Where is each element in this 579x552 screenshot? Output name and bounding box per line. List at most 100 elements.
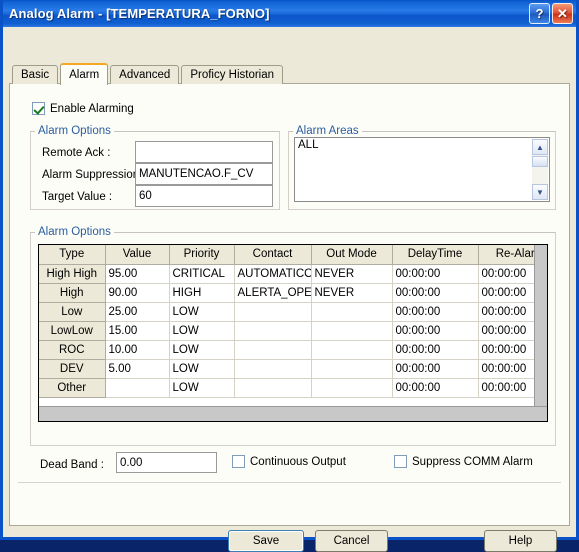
alarm-areas-scrollbar[interactable]: ▲ ▼ [532,139,548,200]
cell-value[interactable]: 25.00 [105,302,170,322]
cell-priority[interactable]: LOW [169,378,235,398]
cell-out-mode[interactable]: NEVER [311,283,393,303]
cell-priority[interactable]: LOW [169,359,235,379]
cell-delay-time[interactable]: 00:00:00 [392,340,479,360]
cell-value[interactable]: 10.00 [105,340,170,360]
table-row[interactable]: Low 25.00 LOW 00:00:00 00:00:00 [39,302,547,322]
suppress-comm-alarm-checkbox[interactable] [394,455,407,468]
alarm-table[interactable]: Type Value Priority Contact Out Mode Del… [38,244,548,422]
cell-out-mode[interactable] [311,302,393,322]
table-row[interactable]: LowLow 15.00 LOW 00:00:00 00:00:00 [39,321,547,341]
cell-value[interactable]: 15.00 [105,321,170,341]
suppress-comm-alarm-row[interactable]: Suppress COMM Alarm [394,455,533,468]
cell-delay-time[interactable]: 00:00:00 [392,359,479,379]
cell-out-mode[interactable] [311,359,393,379]
cell-type[interactable]: LowLow [39,321,106,341]
table-row[interactable]: DEV 5.00 LOW 00:00:00 00:00:00 [39,359,547,379]
col-priority[interactable]: Priority [169,245,235,265]
title-bar-buttons: ? ✕ [529,3,573,24]
cell-priority[interactable]: HIGH [169,283,235,303]
scrollbar-track[interactable] [532,167,548,184]
scroll-down-icon[interactable]: ▼ [532,184,548,200]
continuous-output-label: Continuous Output [250,455,346,468]
target-value-input[interactable] [135,185,273,207]
col-value[interactable]: Value [105,245,170,265]
scrollbar-thumb[interactable] [532,156,548,167]
cell-out-mode[interactable] [311,340,393,360]
cell-out-mode[interactable] [311,378,393,398]
alarm-table-element: Type Value Priority Contact Out Mode Del… [39,245,547,398]
alarm-areas-legend: Alarm Areas [296,125,359,137]
alarm-table-body: High High 95.00 CRITICAL AUTOMATICO. NEV… [39,264,547,398]
cell-priority[interactable]: LOW [169,340,235,360]
cell-delay-time[interactable]: 00:00:00 [392,283,479,303]
table-row[interactable]: High High 95.00 CRITICAL AUTOMATICO. NEV… [39,264,547,284]
title-bar: Analog Alarm - [TEMPERATURA_FORNO] ? ✕ [3,0,576,27]
remote-ack-label: Remote Ack : [42,147,111,159]
cell-value[interactable]: 5.00 [105,359,170,379]
help-titlebar-button[interactable]: ? [529,3,550,24]
close-icon[interactable]: ✕ [552,3,573,24]
cell-type[interactable]: High High [39,264,106,284]
help-button[interactable]: Help [484,530,557,552]
col-out-mode[interactable]: Out Mode [311,245,393,265]
table-row[interactable]: High 90.00 HIGH ALERTA_OPER NEVER 00:00:… [39,283,547,303]
cell-delay-time[interactable]: 00:00:00 [392,302,479,322]
cell-out-mode[interactable]: NEVER [311,264,393,284]
cancel-button[interactable]: Cancel [315,530,388,552]
dead-band-input[interactable] [116,452,217,473]
cell-delay-time[interactable]: 00:00:00 [392,264,479,284]
window-title: Analog Alarm - [TEMPERATURA_FORNO] [9,6,270,21]
alarm-areas-listbox[interactable]: ALL ▲ ▼ [294,137,550,202]
tab-strip: Basic Alarm Advanced Proficy Historian [12,63,285,85]
continuous-output-checkbox[interactable] [232,455,245,468]
alarm-table-horizontal-scrollbar[interactable] [39,406,547,421]
cell-contact[interactable] [234,359,312,379]
cell-priority[interactable]: LOW [169,302,235,322]
cell-priority[interactable]: LOW [169,321,235,341]
analog-alarm-window: Analog Alarm - [TEMPERATURA_FORNO] ? ✕ B… [0,0,579,552]
continuous-output-row[interactable]: Continuous Output [232,455,346,468]
alarm-table-vertical-scrollbar[interactable] [534,245,547,421]
cell-value[interactable]: 90.00 [105,283,170,303]
remote-ack-input[interactable] [135,141,273,163]
cell-contact[interactable] [234,321,312,341]
suppress-comm-alarm-label: Suppress COMM Alarm [412,455,533,468]
save-button[interactable]: Save [228,530,304,552]
cell-contact[interactable] [234,378,312,398]
enable-alarming-checkbox[interactable] [32,102,45,115]
dialog-client-area: Basic Alarm Advanced Proficy Historian E… [3,27,576,552]
col-delay-time[interactable]: DelayTime [392,245,479,265]
scroll-up-icon[interactable]: ▲ [532,139,548,155]
table-header-row: Type Value Priority Contact Out Mode Del… [39,245,547,265]
tab-proficy-historian[interactable]: Proficy Historian [181,65,284,84]
table-row[interactable]: Other LOW 00:00:00 00:00:00 [39,378,547,398]
cell-value[interactable] [105,378,170,398]
alarm-table-legend: Alarm Options [38,226,111,238]
tab-basic[interactable]: Basic [12,65,59,84]
tab-alarm[interactable]: Alarm [60,63,109,85]
cell-value[interactable]: 95.00 [105,264,170,284]
cell-contact[interactable] [234,302,312,322]
cell-out-mode[interactable] [311,321,393,341]
alarm-suppression-input[interactable] [135,163,273,185]
table-row[interactable]: ROC 10.00 LOW 00:00:00 00:00:00 [39,340,547,360]
alarm-options-legend: Alarm Options [38,125,111,137]
enable-alarming-row[interactable]: Enable Alarming [32,102,134,115]
col-type[interactable]: Type [39,245,106,265]
tab-advanced[interactable]: Advanced [110,65,180,84]
cell-contact[interactable] [234,340,312,360]
cell-type[interactable]: Other [39,378,106,398]
cell-type[interactable]: ROC [39,340,106,360]
enable-alarming-label: Enable Alarming [50,102,134,115]
col-contact[interactable]: Contact [234,245,312,265]
cell-type[interactable]: DEV [39,359,106,379]
cell-contact[interactable]: AUTOMATICO. [234,264,312,284]
cell-delay-time[interactable]: 00:00:00 [392,378,479,398]
cell-contact[interactable]: ALERTA_OPER [234,283,312,303]
cell-type[interactable]: High [39,283,106,303]
cell-delay-time[interactable]: 00:00:00 [392,321,479,341]
list-item[interactable]: ALL [295,138,549,152]
cell-type[interactable]: Low [39,302,106,322]
cell-priority[interactable]: CRITICAL [169,264,235,284]
